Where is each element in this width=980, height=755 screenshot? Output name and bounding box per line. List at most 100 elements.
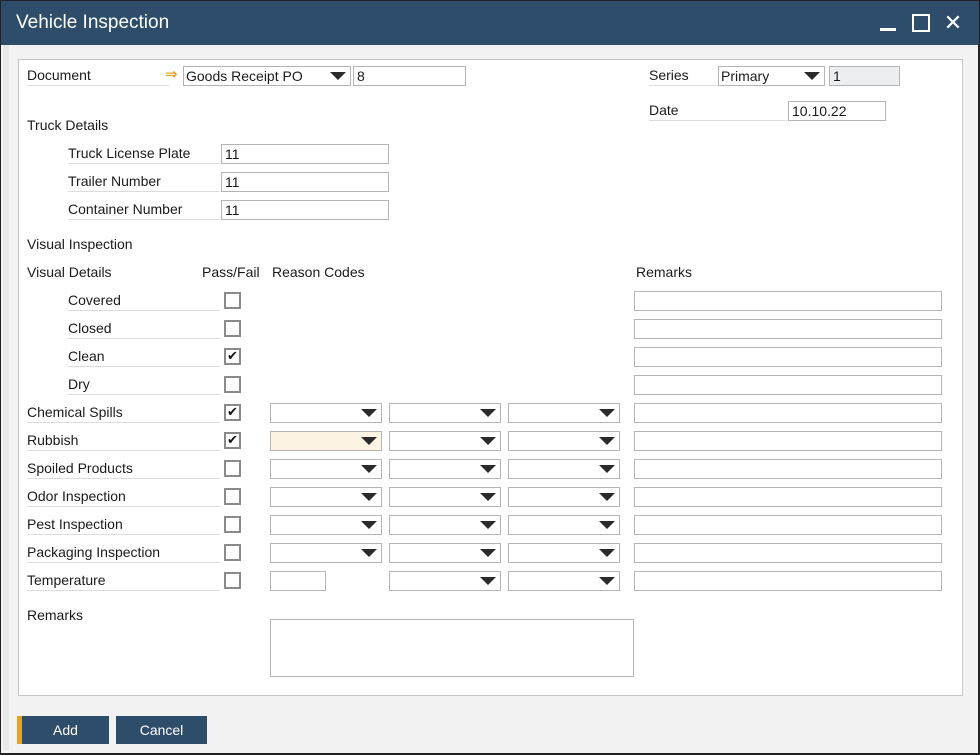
reason-code-select-2[interactable] [389, 431, 501, 451]
chevron-down-icon [804, 72, 820, 80]
reason-code-select-1[interactable] [270, 487, 382, 507]
chevron-down-icon [361, 521, 377, 529]
chevron-down-icon [480, 549, 496, 557]
form-panel: Document ⇒ Goods Receipt PO 8 Series Pri… [18, 59, 963, 696]
maximize-button[interactable] [907, 9, 935, 37]
reason-code-select-3[interactable] [508, 571, 620, 591]
document-label: Document [27, 66, 169, 86]
date-field[interactable]: 10.10.22 [788, 101, 886, 121]
reason-code-select-2[interactable] [389, 571, 501, 591]
close-button[interactable]: ✕ [939, 9, 967, 37]
reason-code-select-1[interactable] [270, 459, 382, 479]
trailer-number-field[interactable]: 11 [221, 172, 389, 192]
window-title: Vehicle Inspection [16, 12, 170, 33]
inspection-label: Clean [68, 347, 220, 367]
chevron-down-icon [330, 72, 346, 80]
pass-fail-checkbox[interactable] [224, 572, 241, 589]
pass-fail-checkbox[interactable]: ✔ [224, 432, 241, 449]
reason-code-select-3[interactable] [508, 459, 620, 479]
chevron-down-icon [599, 409, 615, 417]
document-number-field[interactable]: 8 [353, 66, 466, 86]
chevron-down-icon [599, 521, 615, 529]
row-remarks-field[interactable] [634, 515, 942, 535]
pass-fail-checkbox[interactable] [224, 460, 241, 477]
chevron-down-icon [361, 549, 377, 557]
row-remarks-field[interactable] [634, 571, 942, 591]
row-remarks-field[interactable] [634, 543, 942, 563]
close-icon: ✕ [943, 10, 963, 35]
chevron-down-icon [480, 521, 496, 529]
row-remarks-field[interactable] [634, 403, 942, 423]
row-remarks-field[interactable] [634, 487, 942, 507]
truck-details-heading: Truck Details [27, 117, 109, 133]
reason-code-select-1[interactable] [270, 515, 382, 535]
remarks-textarea[interactable] [270, 619, 634, 677]
inspection-label: Packaging Inspection [27, 543, 220, 563]
inspection-label: Rubbish [27, 431, 220, 451]
pass-fail-checkbox[interactable] [224, 488, 241, 505]
add-button[interactable]: Add [17, 716, 109, 744]
truck-license-plate-field[interactable]: 11 [221, 144, 389, 164]
inspection-label: Spoiled Products [27, 459, 220, 479]
reason-code-select-2[interactable] [389, 459, 501, 479]
pass-fail-checkbox[interactable] [224, 292, 241, 309]
pass-fail-checkbox[interactable]: ✔ [224, 404, 241, 421]
container-number-label: Container Number [68, 200, 220, 220]
chevron-down-icon [599, 493, 615, 501]
pass-fail-checkbox[interactable] [224, 320, 241, 337]
series-select[interactable]: Primary [718, 66, 825, 86]
pass-fail-checkbox[interactable] [224, 516, 241, 533]
remarks-label: Remarks [27, 607, 84, 623]
side-strip [3, 45, 9, 750]
chevron-down-icon [480, 437, 496, 445]
reason-code-select-2[interactable] [389, 487, 501, 507]
row-remarks-field[interactable] [634, 431, 942, 451]
chevron-down-icon [361, 437, 377, 445]
row-remarks-field[interactable] [634, 291, 942, 311]
document-type-select[interactable]: Goods Receipt PO [183, 66, 351, 86]
pass-fail-header: Pass/Fail [202, 264, 260, 280]
reason-code-select-3[interactable] [508, 543, 620, 563]
series-value: Primary [721, 68, 770, 84]
minimize-button[interactable] [875, 9, 903, 37]
reason-code-select-3[interactable] [508, 487, 620, 507]
reason-code-select-3[interactable] [508, 403, 620, 423]
title-bar[interactable]: Vehicle Inspection ✕ [1, 1, 979, 45]
inspection-label: Temperature [27, 571, 220, 591]
vehicle-inspection-window: Vehicle Inspection ✕ Document ⇒ Goods Re… [0, 0, 980, 755]
reason-code-select-1[interactable] [270, 431, 382, 451]
pass-fail-checkbox[interactable]: ✔ [224, 348, 241, 365]
row-remarks-field[interactable] [634, 375, 942, 395]
row-remarks-field[interactable] [634, 347, 942, 367]
pass-fail-checkbox[interactable] [224, 544, 241, 561]
checkmark-icon: ✔ [227, 348, 238, 363]
row-remarks-field[interactable] [634, 319, 942, 339]
reason-code-select-2[interactable] [389, 543, 501, 563]
reason-code-select-1[interactable] [270, 403, 382, 423]
inspection-label: Closed [68, 319, 220, 339]
reason-code-select-3[interactable] [508, 431, 620, 451]
reason-codes-header: Reason Codes [272, 264, 365, 280]
row-remarks-field[interactable] [634, 459, 942, 479]
series-label: Series [649, 66, 717, 86]
checkmark-icon: ✔ [227, 404, 238, 419]
series-number-field: 1 [829, 66, 900, 86]
date-label: Date [649, 101, 787, 121]
container-number-field[interactable]: 11 [221, 200, 389, 220]
chevron-down-icon [480, 465, 496, 473]
temperature-field[interactable] [270, 571, 326, 591]
chevron-down-icon [480, 409, 496, 417]
reason-code-select-3[interactable] [508, 515, 620, 535]
reason-code-select-2[interactable] [389, 403, 501, 423]
trailer-number-label: Trailer Number [68, 172, 220, 192]
document-type-value: Goods Receipt PO [186, 68, 303, 84]
pass-fail-checkbox[interactable] [224, 376, 241, 393]
chevron-down-icon [599, 437, 615, 445]
truck-license-plate-label: Truck License Plate [68, 144, 220, 164]
chevron-down-icon [361, 493, 377, 501]
link-arrow-icon[interactable]: ⇒ [165, 67, 178, 83]
cancel-button[interactable]: Cancel [116, 716, 207, 744]
inspection-label: Dry [68, 375, 220, 395]
reason-code-select-2[interactable] [389, 515, 501, 535]
reason-code-select-1[interactable] [270, 543, 382, 563]
